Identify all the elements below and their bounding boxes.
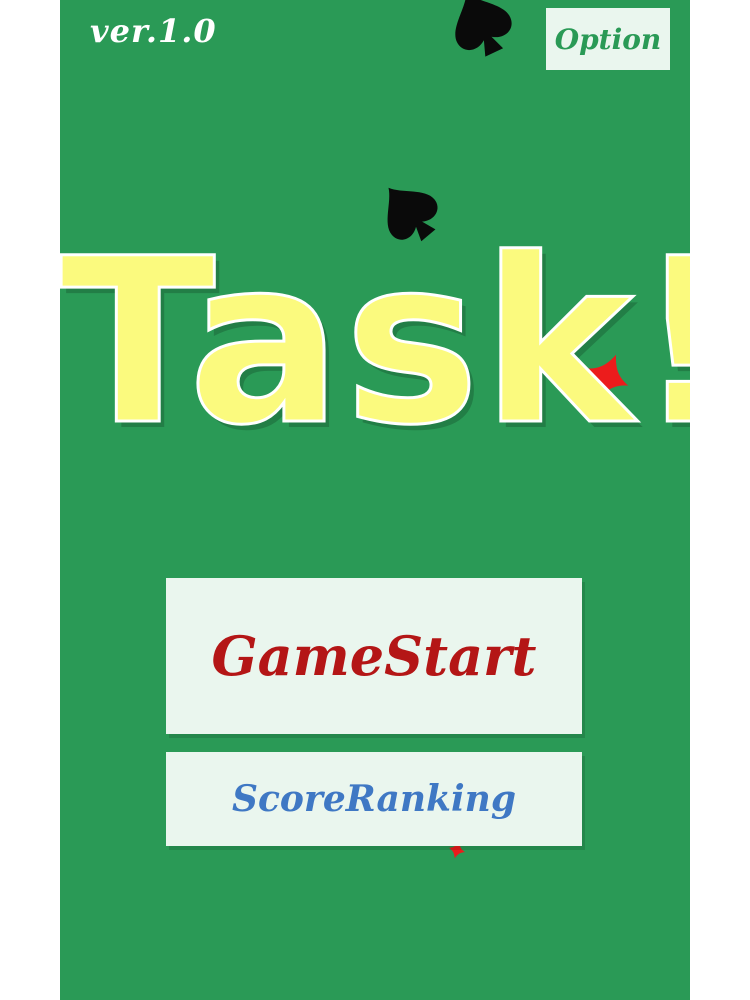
game-start-button[interactable]: GameStart — [166, 578, 582, 734]
game-title: Task! — [60, 209, 690, 475]
game-screen: ver.1.0 Option Task! ScoreRanking GameSt… — [60, 0, 690, 1000]
version-label: ver.1.0 — [90, 12, 217, 50]
option-button[interactable]: Option — [546, 8, 670, 70]
score-ranking-button[interactable]: ScoreRanking — [166, 752, 582, 846]
spade-icon — [455, 0, 512, 57]
